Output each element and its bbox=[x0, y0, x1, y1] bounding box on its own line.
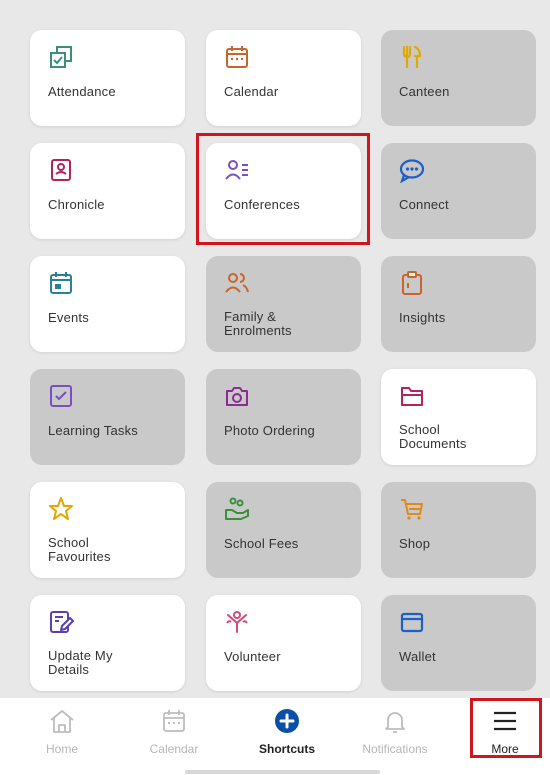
nav-notifications[interactable]: Notifications bbox=[347, 698, 443, 758]
shortcut-tile-conferences[interactable]: Conferences bbox=[206, 143, 361, 239]
edit-profile-icon bbox=[48, 609, 74, 635]
shortcut-label: School Documents bbox=[399, 422, 467, 451]
shortcut-tile-connect[interactable]: Connect bbox=[381, 143, 536, 239]
nav-shortcuts-label: Shortcuts bbox=[258, 742, 315, 756]
shortcut-tile-attendance[interactable]: Attendance bbox=[30, 30, 185, 126]
shortcut-label: Update My Details bbox=[48, 648, 113, 677]
camera-icon bbox=[224, 383, 250, 409]
shortcut-tile-learning-tasks[interactable]: Learning Tasks bbox=[30, 369, 185, 465]
nav-shortcuts[interactable]: Shortcuts bbox=[245, 698, 329, 758]
shortcut-label: Conferences bbox=[224, 197, 300, 212]
plus-circle-icon bbox=[275, 709, 299, 733]
star-icon bbox=[48, 496, 74, 522]
shortcut-tile-calendar[interactable]: Calendar bbox=[206, 30, 361, 126]
shortcut-label: Wallet bbox=[399, 649, 436, 664]
shortcut-tile-canteen[interactable]: Canteen bbox=[381, 30, 536, 126]
shortcut-label: Events bbox=[48, 310, 89, 325]
chronicle-icon bbox=[48, 157, 74, 183]
chat-bubble-icon bbox=[399, 157, 425, 183]
shortcut-tile-volunteer[interactable]: Volunteer bbox=[206, 595, 361, 691]
shortcut-label: Shop bbox=[399, 536, 431, 551]
shortcut-label: School Fees bbox=[224, 536, 299, 551]
shortcut-label: Chronicle bbox=[48, 197, 105, 212]
conferences-icon bbox=[224, 157, 250, 183]
shortcut-tile-shop[interactable]: Shop bbox=[381, 482, 536, 578]
nav-home-label: Home bbox=[45, 742, 78, 756]
hamburger-menu-icon bbox=[494, 711, 516, 731]
shortcut-label: Family & Enrolments bbox=[224, 309, 292, 338]
shortcut-tile-update-my-details[interactable]: Update My Details bbox=[30, 595, 185, 691]
folder-icon bbox=[399, 383, 425, 409]
nav-notifications-label: Notifications bbox=[362, 742, 428, 756]
shortcut-label: Insights bbox=[399, 310, 446, 325]
shortcut-tile-school-favourites[interactable]: School Favourites bbox=[30, 482, 185, 578]
cutlery-icon bbox=[399, 44, 425, 70]
shortcut-tile-photo-ordering[interactable]: Photo Ordering bbox=[206, 369, 361, 465]
checkbox-icon bbox=[48, 383, 74, 409]
shortcut-tile-school-fees[interactable]: School Fees bbox=[206, 482, 361, 578]
nav-more[interactable]: More bbox=[470, 698, 540, 758]
shortcuts-grid: Attendance Calendar Canteen Chronicle Confer… bbox=[0, 0, 550, 700]
home-icon bbox=[50, 710, 74, 733]
shortcut-tile-insights[interactable]: Insights bbox=[381, 256, 536, 352]
calendar-icon bbox=[163, 710, 185, 732]
nav-more-label: More bbox=[491, 742, 519, 756]
shortcut-label: Attendance bbox=[48, 84, 116, 99]
nav-calendar[interactable]: Calendar bbox=[132, 698, 216, 758]
shortcut-label: Calendar bbox=[224, 84, 279, 99]
shortcut-tile-events[interactable]: Events bbox=[30, 256, 185, 352]
home-indicator bbox=[185, 770, 380, 774]
nav-calendar-label: Calendar bbox=[149, 742, 199, 756]
attendance-icon bbox=[48, 44, 74, 70]
bottom-nav-bar: Home Calendar Shortcuts Notifications Mo… bbox=[0, 698, 550, 775]
events-icon bbox=[48, 270, 74, 296]
shortcut-tile-family-enrolments[interactable]: Family & Enrolments bbox=[206, 256, 361, 352]
volunteer-icon bbox=[224, 609, 250, 635]
shortcut-label: Volunteer bbox=[224, 649, 281, 664]
payment-hand-icon bbox=[224, 496, 250, 522]
shortcut-label: Canteen bbox=[399, 84, 450, 99]
shortcut-tile-chronicle[interactable]: Chronicle bbox=[30, 143, 185, 239]
shortcut-label: Photo Ordering bbox=[224, 423, 315, 438]
nav-home[interactable]: Home bbox=[22, 698, 102, 758]
cart-icon bbox=[399, 496, 425, 522]
wallet-icon bbox=[399, 609, 425, 635]
clipboard-icon bbox=[399, 270, 425, 296]
shortcut-tile-school-documents[interactable]: School Documents bbox=[381, 369, 536, 465]
shortcut-label: Learning Tasks bbox=[48, 423, 139, 438]
shortcut-tile-wallet[interactable]: Wallet bbox=[381, 595, 536, 691]
family-icon bbox=[224, 270, 250, 296]
calendar-icon bbox=[224, 44, 250, 70]
shortcut-label: School Favourites bbox=[48, 535, 111, 564]
bell-icon bbox=[385, 712, 405, 733]
shortcut-label: Connect bbox=[399, 197, 449, 212]
